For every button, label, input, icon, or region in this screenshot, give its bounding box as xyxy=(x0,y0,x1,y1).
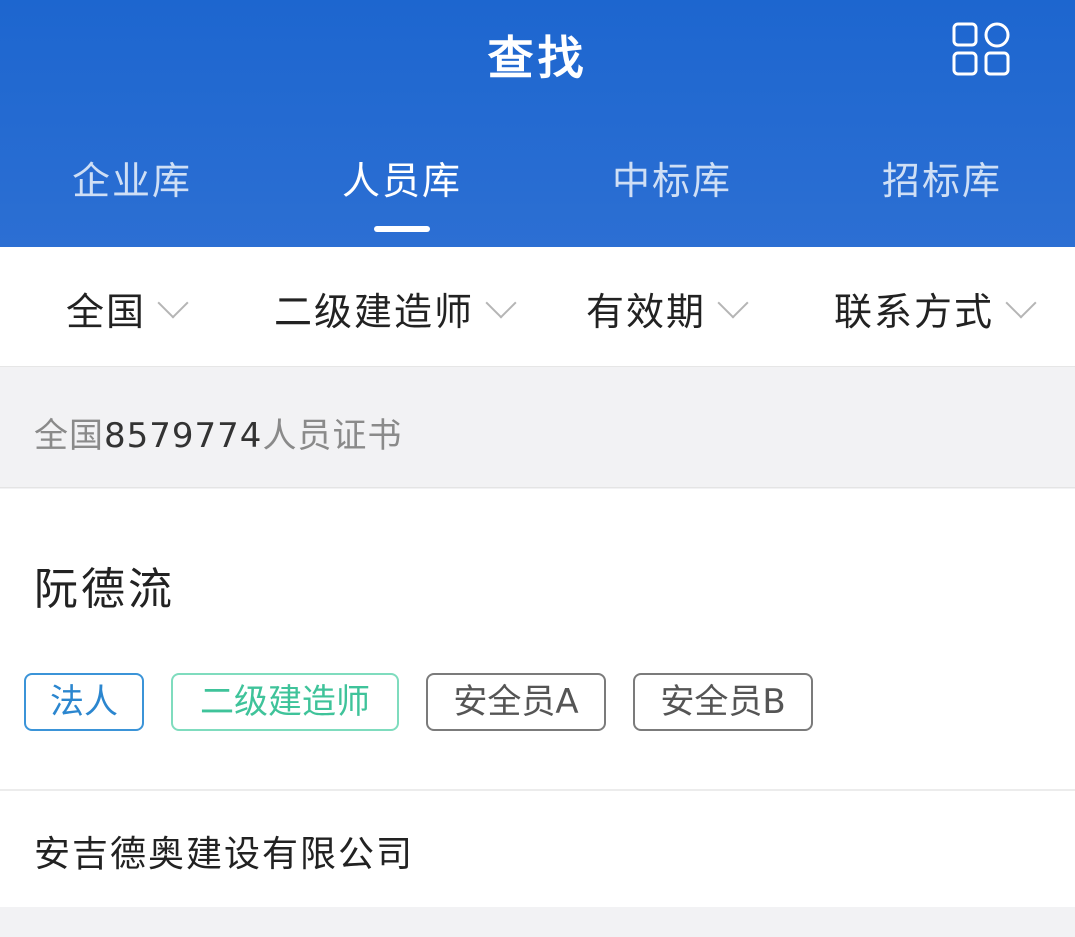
tab-enterprise[interactable]: 企业库 xyxy=(32,150,232,205)
person-result-card[interactable]: 阮德流 法人 二级建造师 安全员A 安全员B 安吉德奥建设有限公司 xyxy=(0,489,1075,907)
filter-region[interactable]: 全国 xyxy=(66,283,189,334)
filter-qualification[interactable]: 二级建造师 xyxy=(274,283,517,334)
tag-safety-officer-a: 安全员A xyxy=(426,673,606,731)
apps-grid-icon[interactable] xyxy=(950,20,1014,80)
count-prefix: 全国 xyxy=(34,416,104,456)
library-tabs: 企业库 人员库 中标库 招标库 xyxy=(0,150,1075,210)
card-divider xyxy=(0,789,1075,791)
result-count-bar: 全国8579774人员证书 xyxy=(0,368,1075,488)
filter-bar: 全国 二级建造师 有效期 联系方式 xyxy=(0,247,1075,367)
count-number: 8579774 xyxy=(104,416,263,456)
filter-contact-label: 联系方式 xyxy=(834,289,995,334)
filter-qualification-label: 二级建造师 xyxy=(274,289,475,334)
page-title: 查找 xyxy=(487,31,588,85)
person-name: 阮德流 xyxy=(34,564,175,615)
chevron-down-icon xyxy=(485,287,517,319)
filter-contact[interactable]: 联系方式 xyxy=(834,283,1037,334)
filter-validity-label: 有效期 xyxy=(586,289,707,334)
filter-validity[interactable]: 有效期 xyxy=(586,283,749,334)
chevron-down-icon xyxy=(1005,287,1037,319)
tag-safety-officer-b: 安全员B xyxy=(633,673,813,731)
chevron-down-icon xyxy=(157,287,189,319)
active-tab-indicator xyxy=(374,226,430,232)
top-header: 查找 企业库 人员库 中标库 招标库 xyxy=(0,0,1075,247)
result-count: 全国8579774人员证书 xyxy=(34,408,402,457)
tab-personnel[interactable]: 人员库 xyxy=(302,150,502,205)
tag-legal-person: 法人 xyxy=(24,673,144,731)
filter-region-label: 全国 xyxy=(66,289,147,334)
tag-second-class-builder: 二级建造师 xyxy=(171,673,399,731)
company-name[interactable]: 安吉德奥建设有限公司 xyxy=(34,825,414,877)
tab-tenders[interactable]: 招标库 xyxy=(842,150,1042,205)
chevron-down-icon xyxy=(717,287,749,319)
count-suffix: 人员证书 xyxy=(262,416,403,456)
tab-winning-bids[interactable]: 中标库 xyxy=(572,150,772,205)
